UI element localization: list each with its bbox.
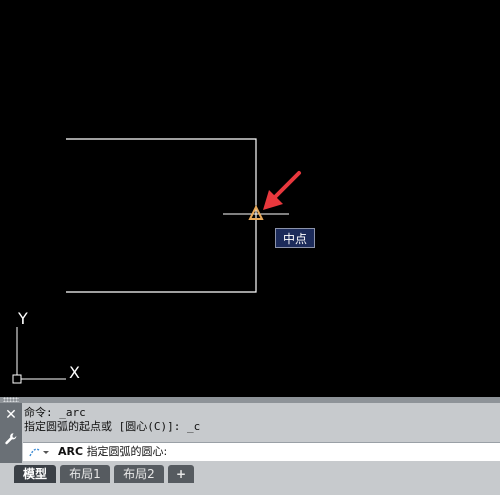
tab-model[interactable]: 模型 — [14, 465, 56, 483]
red-arrow-icon — [263, 171, 301, 210]
add-layout-button[interactable]: + — [168, 465, 194, 483]
command-prompt-icon[interactable] — [27, 445, 51, 459]
command-line-sidebar: ✕ — [0, 403, 22, 463]
snap-tooltip: 中点 — [275, 228, 315, 248]
autocad-window: Y X 中点 ✕ 命令: _arc 指定圆弧的起点或 [圆心(C)]: _c A… — [0, 0, 500, 495]
tab-layout2[interactable]: 布局2 — [114, 465, 164, 483]
command-prompt: ARC 指定圆弧的圆心: — [58, 444, 167, 460]
layout-tab-bar: 模型 布局1 布局2 + — [0, 463, 500, 495]
close-icon[interactable]: ✕ — [0, 405, 22, 425]
command-history-line: 指定圆弧的起点或 [圆心(C)]: _c — [24, 420, 201, 433]
ucs-y-label: Y — [17, 309, 28, 328]
tab-layout1[interactable]: 布局1 — [60, 465, 110, 483]
command-history-line: 命令: _arc — [24, 406, 86, 419]
drawn-polyline[interactable] — [66, 138, 257, 293]
ucs-x-label: X — [69, 363, 80, 382]
drawing-svg: Y X — [12, 138, 301, 384]
command-line-titlebar[interactable] — [0, 397, 500, 403]
command-prompt-text: 指定圆弧的圆心: — [86, 445, 168, 458]
command-input[interactable]: ARC 指定圆弧的圆心: — [23, 442, 500, 461]
command-line-panel: ✕ 命令: _arc 指定圆弧的起点或 [圆心(C)]: _c ARC 指定圆弧… — [0, 397, 500, 463]
command-history: 命令: _arc 指定圆弧的起点或 [圆心(C)]: _c — [24, 406, 494, 434]
grip-handle-icon[interactable] — [3, 397, 19, 402]
command-keyword: ARC — [58, 445, 84, 458]
wrench-icon[interactable] — [0, 429, 22, 449]
drawing-canvas[interactable]: Y X 中点 — [0, 0, 500, 397]
ucs-icon — [12, 327, 66, 384]
